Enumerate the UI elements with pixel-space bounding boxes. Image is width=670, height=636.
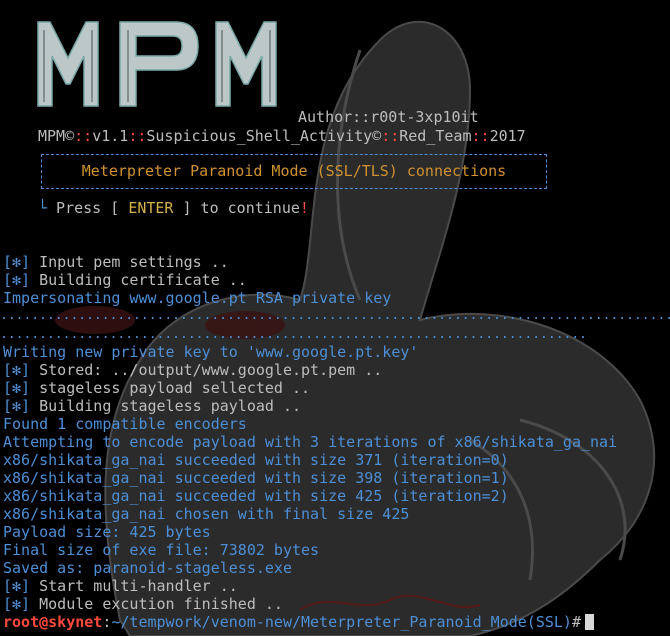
log-text: Stored: ../output/www.google.pt.pem ..: [30, 361, 383, 379]
status-tag: [✻]: [3, 253, 31, 271]
log-line: Payload size: 425 bytes: [3, 523, 211, 541]
version-line: MPM©::v1.1::Suspicious_Shell_Activity©::…: [38, 127, 526, 145]
log-line: x86/shikata_ga_nai chosen with final siz…: [3, 505, 410, 523]
log-line: [✻] Start multi-handler ..: [3, 577, 238, 595]
continue-post: ] to continue: [173, 199, 300, 217]
log-line: Impersonating www.google.pt RSA private …: [3, 289, 392, 307]
version-sep4: ::: [471, 127, 490, 145]
block-cursor-icon[interactable]: [584, 614, 594, 630]
shell-prompt[interactable]: root@skynet:~/tempwork/venom-new/Meterpr…: [3, 613, 594, 631]
version-sep1: ::: [74, 127, 93, 145]
status-tag: [✻]: [3, 577, 31, 595]
terminal-window[interactable]: Author::r00t-3xp10it MPM©::v1.1::Suspici…: [0, 0, 670, 636]
log-line: x86/shikata_ga_nai succeeded with size 4…: [3, 487, 509, 505]
dots-row: ........................................…: [0, 311, 670, 321]
continue-pre: Press [: [47, 199, 129, 217]
mpm-logo: [37, 21, 277, 107]
status-tag: [✻]: [3, 379, 31, 397]
banner-title: Meterpreter Paranoid Mode (SSL/TLS) conn…: [81, 162, 507, 180]
status-tag: [✻]: [3, 271, 31, 289]
version-part5: 2017: [489, 127, 526, 145]
log-line: Writing new private key to 'www.google.p…: [3, 343, 419, 361]
status-tag: [✻]: [3, 397, 31, 415]
status-tag: [✻]: [3, 595, 31, 613]
version-part3: Suspicious_Shell_Activity©: [146, 127, 382, 145]
author-line: Author::r00t-3xp10it: [298, 108, 479, 126]
prompt-symbol: #: [571, 613, 581, 631]
version-part4: Red_Team: [399, 127, 472, 145]
log-line: Saved as: paranoid-stageless.exe: [3, 559, 292, 577]
version-sep3: ::: [381, 127, 400, 145]
log-line: [✻] stageless payload sellected ..: [3, 379, 310, 397]
log-line: x86/shikata_ga_nai succeeded with size 3…: [3, 451, 509, 469]
prompt-user-host: root@skynet: [3, 613, 103, 631]
log-text: Input pem settings ..: [30, 253, 229, 271]
log-line: Final size of exe file: 73802 bytes: [3, 541, 320, 559]
log-text: Start multi-handler ..: [30, 577, 238, 595]
version-part1: MPM©: [38, 127, 75, 145]
log-text: Module excution finished ..: [30, 595, 283, 613]
dots-row: ........................................…: [0, 330, 587, 340]
version-sep2: ::: [128, 127, 147, 145]
log-line: [✻] Building stageless payload ..: [3, 397, 301, 415]
status-tag: [✻]: [3, 361, 31, 379]
log-line: x86/shikata_ga_nai succeeded with size 3…: [3, 469, 509, 487]
prompt-path: ~/tempwork/venom-new/Meterpreter_Paranoi…: [111, 613, 572, 631]
log-text: Building certificate ..: [30, 271, 247, 289]
log-line: Attempting to encode payload with 3 iter…: [3, 433, 618, 451]
log-line: Found 1 compatible encoders: [3, 415, 247, 433]
log-text: Building stageless payload ..: [30, 397, 302, 415]
log-line: [✻] Building certificate ..: [3, 271, 247, 289]
continue-prompt: └ Press [ ENTER ] to continue!: [38, 199, 309, 217]
continue-bang: !: [299, 199, 309, 217]
log-text: stageless payload sellected ..: [30, 379, 311, 397]
corner-glyph: └: [38, 199, 48, 217]
version-part2: v1.1: [92, 127, 129, 145]
enter-key-label: ENTER: [128, 199, 174, 217]
log-line: [✻] Input pem settings ..: [3, 253, 229, 271]
log-line: [✻] Stored: ../output/www.google.pt.pem …: [3, 361, 382, 379]
log-line: [✻] Module excution finished ..: [3, 595, 283, 613]
